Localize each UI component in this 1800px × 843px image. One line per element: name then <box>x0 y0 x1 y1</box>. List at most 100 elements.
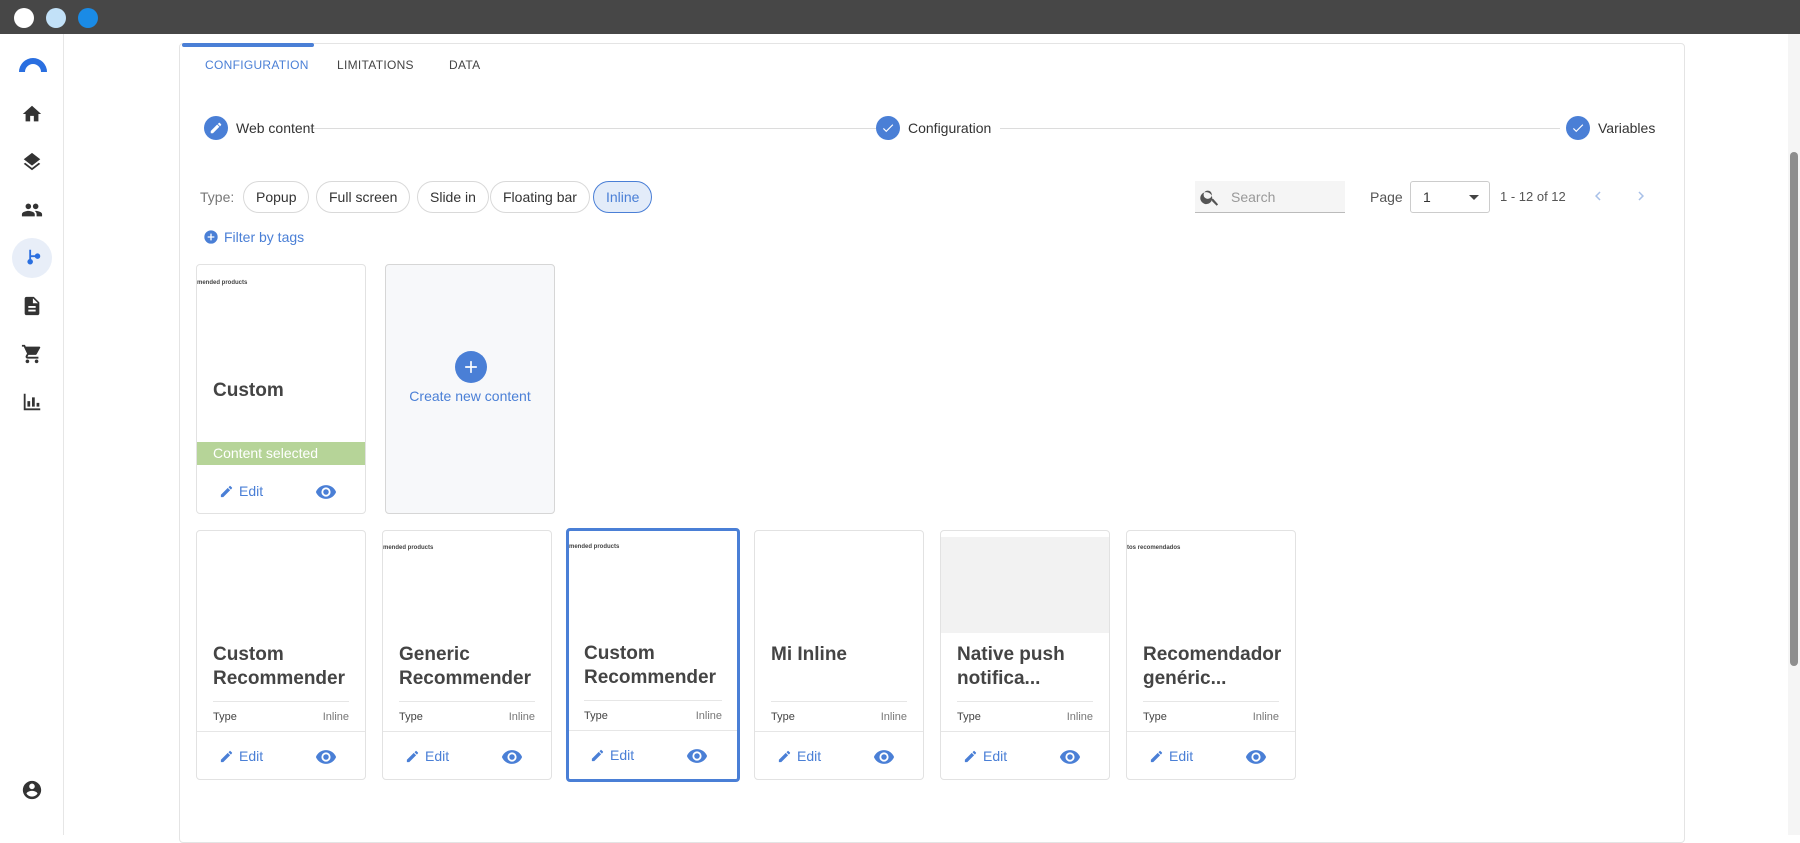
chart-icon <box>23 393 41 411</box>
sidebar-item-layers[interactable] <box>12 142 52 182</box>
sidebar-item-document[interactable] <box>12 286 52 326</box>
content-card-highlighted[interactable]: mended products Custom Recommender Type I… <box>566 528 740 782</box>
edit-button[interactable]: Edit <box>1149 748 1193 764</box>
card-type-value: Inline <box>1066 711 1093 723</box>
step-label: Variables <box>1598 120 1656 136</box>
tab-data[interactable]: DATA <box>449 58 480 72</box>
preview-button[interactable] <box>315 746 337 773</box>
search-box[interactable] <box>1195 181 1345 213</box>
preview-button[interactable] <box>501 746 523 773</box>
preview-button[interactable] <box>315 481 337 508</box>
preview-button[interactable] <box>1059 746 1081 773</box>
edit-button[interactable]: Edit <box>219 748 263 764</box>
chevron-right-icon <box>1638 191 1644 201</box>
sidebar-item-flow[interactable] <box>12 238 52 278</box>
step-configuration[interactable]: Configuration <box>876 116 991 140</box>
layers-icon <box>23 152 41 171</box>
content-card[interactable]: Mi Inline Type Inline Edit <box>754 530 924 780</box>
card-title: Generic Recommender <box>399 644 531 689</box>
preview-button[interactable] <box>873 746 895 773</box>
create-new-content-card[interactable]: Create new content <box>385 264 555 514</box>
next-page-button[interactable] <box>1629 184 1653 208</box>
pencil-icon <box>220 485 233 497</box>
edit-label: Edit <box>1169 748 1194 764</box>
preview-button[interactable] <box>1245 746 1267 773</box>
card-type-row: Type Inline <box>771 701 907 723</box>
eye-icon <box>315 485 337 499</box>
sidebar-item-chart[interactable] <box>12 382 52 422</box>
home-icon <box>22 105 42 122</box>
step-variables[interactable]: Variables <box>1566 116 1655 140</box>
edit-label: Edit <box>239 483 264 499</box>
card-type-row: Type Inline <box>1143 701 1279 723</box>
sidebar-item-people[interactable] <box>12 190 52 230</box>
sidebar-item-account[interactable] <box>12 770 52 810</box>
document-icon <box>24 296 40 316</box>
card-preview-placeholder <box>941 537 1109 633</box>
step-label: Configuration <box>908 120 992 136</box>
eye-icon <box>873 750 895 764</box>
chevron-left-icon <box>1595 191 1601 201</box>
tab-configuration[interactable]: CONFIGURATION <box>205 58 309 72</box>
content-card[interactable]: mended products Generic Recommender Type… <box>382 530 552 780</box>
edit-label: Edit <box>610 747 635 763</box>
edit-button[interactable]: Edit <box>219 483 263 499</box>
card-preview-text: mended products <box>197 280 248 286</box>
edit-button[interactable]: Edit <box>405 748 449 764</box>
eye-icon <box>315 750 337 764</box>
card-title: Mi Inline <box>771 644 847 665</box>
edit-button[interactable]: Edit <box>963 748 1007 764</box>
card-type-value: Inline <box>508 711 535 723</box>
window-titlebar <box>0 0 1800 34</box>
tab-limitations[interactable]: LIMITATIONS <box>337 58 414 72</box>
window-minimize-dot[interactable] <box>46 8 66 28</box>
add-circle-icon <box>204 230 218 244</box>
page-scrollbar[interactable] <box>1788 34 1800 835</box>
card-type-label: Type <box>957 711 981 723</box>
content-card-selected[interactable]: mended products Custom Recommender Conte… <box>196 264 366 514</box>
card-type-value: Inline <box>1252 711 1279 723</box>
pencil-icon <box>220 750 233 762</box>
search-input[interactable] <box>1231 188 1331 205</box>
edit-button[interactable]: Edit <box>777 748 821 764</box>
add-icon <box>455 351 487 383</box>
card-type-label: Type <box>584 710 608 722</box>
prev-page-button[interactable] <box>1586 184 1610 208</box>
chip-popup[interactable]: Popup <box>243 181 310 213</box>
content-card[interactable]: Native push notifica... Type Inline Edit <box>940 530 1110 780</box>
card-type-row: Type Inline <box>213 701 349 723</box>
chip-floating-bar[interactable]: Floating bar <box>490 181 590 213</box>
card-title: Native push notifica... <box>957 644 1065 689</box>
window-maximize-dot[interactable] <box>78 8 98 28</box>
edit-button[interactable]: Edit <box>590 747 634 763</box>
card-title: Custom Recommender <box>584 643 716 688</box>
card-preview-text: tos recomendados <box>1127 545 1181 551</box>
card-title: Custom Recommender <box>213 380 345 405</box>
scrollbar-thumb[interactable] <box>1790 152 1798 666</box>
page-select[interactable]: 1 <box>1410 181 1490 213</box>
chip-slide-in[interactable]: Slide in <box>417 181 489 213</box>
check-icon <box>876 116 900 140</box>
card-type-value: Inline <box>695 710 722 722</box>
content-card[interactable]: tos recomendados Recomendador genéric...… <box>1126 530 1296 780</box>
content-card[interactable]: Custom Recommender Type Inline Edit <box>196 530 366 780</box>
card-actions: Edit <box>1127 731 1295 779</box>
sidebar-item-cart[interactable] <box>12 334 52 374</box>
edit-label: Edit <box>797 748 822 764</box>
preview-button[interactable] <box>686 745 708 772</box>
pagination-range: 1 - 12 of 12 <box>1500 189 1566 204</box>
card-actions: Edit <box>755 731 923 779</box>
window-close-dot[interactable] <box>14 8 34 28</box>
active-tab-indicator <box>182 43 314 47</box>
chip-full-screen[interactable]: Full screen <box>316 181 411 213</box>
card-actions: Edit <box>197 731 365 779</box>
eye-icon <box>686 749 708 763</box>
card-type-label: Type <box>1143 711 1167 723</box>
eye-icon <box>1059 750 1081 764</box>
filter-by-tags-button[interactable]: Filter by tags <box>203 229 304 245</box>
search-icon <box>1200 190 1219 206</box>
sidebar-item-home[interactable] <box>12 94 52 134</box>
eye-icon <box>501 750 523 764</box>
step-web-content[interactable]: Web content <box>204 116 314 140</box>
chip-inline[interactable]: Inline <box>593 181 653 213</box>
